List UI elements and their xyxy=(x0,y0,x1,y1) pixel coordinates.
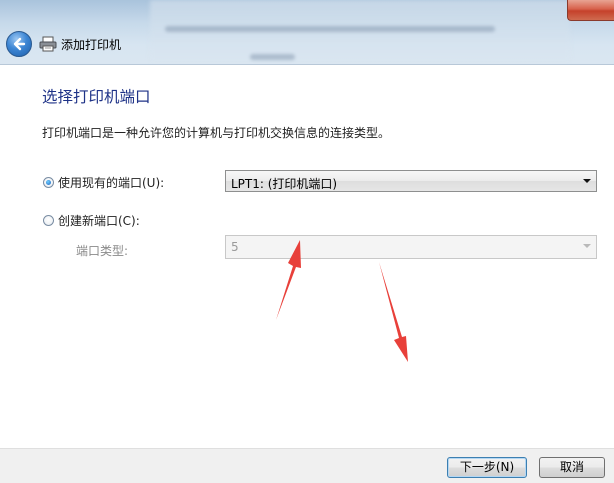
blurred-background-text xyxy=(165,26,495,32)
page-title: 选择打印机端口 xyxy=(42,88,151,106)
new-port-radio[interactable] xyxy=(43,215,54,226)
printer-icon xyxy=(39,36,57,52)
cancel-button[interactable]: 取消 xyxy=(539,457,605,478)
back-button[interactable] xyxy=(6,31,32,57)
chevron-down-icon xyxy=(583,179,591,183)
existing-port-radio[interactable] xyxy=(43,177,54,188)
port-type-select: 5 xyxy=(225,235,597,259)
close-button[interactable] xyxy=(567,0,614,21)
existing-port-select-value: LPT1: (打印机端口) xyxy=(231,177,338,191)
wizard-footer: 下一步(N) 取消 xyxy=(0,448,614,483)
window-title: 添加打印机 xyxy=(61,38,122,52)
title-bar: 添加打印机 xyxy=(0,0,614,64)
new-port-label[interactable]: 创建新端口(C): xyxy=(58,212,140,229)
port-type-label: 端口类型: xyxy=(76,244,129,258)
blurred-background-text xyxy=(250,54,295,60)
page-description: 打印机端口是一种允许您的计算机与打印机交换信息的连接类型。 xyxy=(42,126,391,140)
existing-port-select[interactable]: LPT1: (打印机端口) xyxy=(225,170,597,192)
next-button[interactable]: 下一步(N) xyxy=(447,457,527,478)
chevron-down-icon xyxy=(583,244,591,248)
port-type-select-value: 5 xyxy=(231,240,239,254)
back-arrow-icon xyxy=(13,37,26,51)
wizard-content: 选择打印机端口 打印机端口是一种允许您的计算机与打印机交换信息的连接类型。 使用… xyxy=(0,64,614,449)
existing-port-label[interactable]: 使用现有的端口(U): xyxy=(58,174,164,191)
